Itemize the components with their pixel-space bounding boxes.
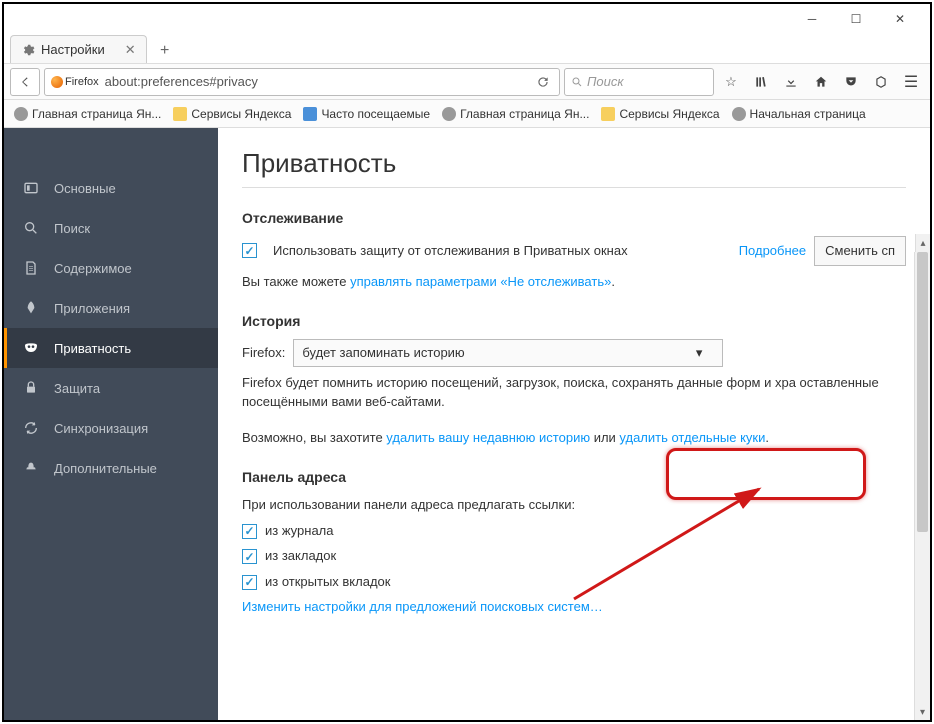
suggest-opentabs-checkbox[interactable] [242,575,257,590]
home-icon [814,75,828,89]
sidebar-item-content[interactable]: Содержимое [4,248,218,288]
history-mode-select[interactable]: будет запоминать историю▾ [293,339,723,367]
window-titlebar: ─ ☐ ✕ [4,4,930,34]
addons-button[interactable] [868,68,894,96]
page-title: Приватность [242,148,906,188]
close-tab-icon[interactable]: ✕ [125,42,136,58]
suggest-bookmarks-checkbox[interactable] [242,549,257,564]
bookmarks-toolbar: Главная страница Ян... Сервисы Яндекса Ч… [4,100,930,128]
content-scrollbar[interactable]: ▴ ▾ [914,252,930,720]
url-input[interactable] [105,74,527,89]
settings-sidebar: Основные Поиск Содержимое Приложения При… [4,128,218,720]
bookmark-star-button[interactable]: ☆ [718,68,744,96]
search-placeholder: Поиск [587,74,624,89]
menu-button[interactable]: ☰ [898,68,924,96]
new-tab-button[interactable]: + [151,39,179,63]
mask-icon [22,339,40,357]
change-search-suggestion-settings-link[interactable]: Изменить настройки для предложений поиск… [242,599,603,614]
pocket-button[interactable] [838,68,864,96]
window-maximize-button[interactable]: ☐ [834,4,878,34]
arrow-left-icon [18,75,32,89]
rocket-icon [22,299,40,317]
globe-icon [732,107,746,121]
lock-icon [22,379,40,397]
reload-button[interactable] [531,75,555,89]
pocket-icon [844,75,858,89]
addressbar-intro: При использовании панели адреса предлага… [242,495,906,515]
tracking-protection-checkbox[interactable] [242,243,257,258]
globe-icon [14,107,28,121]
window-close-button[interactable]: ✕ [878,4,922,34]
bookmark-item[interactable]: Начальная страница [728,105,870,123]
bookmark-item[interactable]: Главная страница Ян... [10,105,165,123]
history-selector-label: Firefox: [242,343,285,363]
sidebar-item-advanced[interactable]: Дополнительные [4,448,218,488]
tracking-checkbox-label: Использовать защиту от отслеживания в Пр… [273,241,731,261]
home-button[interactable] [808,68,834,96]
nav-back-button[interactable] [10,68,40,96]
remove-individual-cookies-link[interactable]: удалить отдельные куки [619,430,765,445]
history-description: Firefox будет помнить историю посещений,… [242,373,906,412]
tracking-heading: Отслеживание [242,210,906,226]
folder-icon [601,107,615,121]
topsites-icon [303,107,317,121]
downloads-button[interactable] [778,68,804,96]
sidebar-item-search[interactable]: Поиск [4,208,218,248]
sidebar-item-privacy[interactable]: Приватность [4,328,218,368]
gear-icon [21,43,35,57]
manage-dnt-link[interactable]: управлять параметрами «Не отслеживать» [350,274,611,289]
library-button[interactable] [748,68,774,96]
tracking-change-blocklist-button[interactable]: Сменить сп [814,236,906,266]
sidebar-item-sync[interactable]: Синхронизация [4,408,218,448]
settings-content: Приватность Отслеживание Использовать за… [218,128,930,720]
search-bar[interactable]: Поиск [564,68,714,96]
firefox-icon [51,76,63,88]
chevron-down-icon: ▾ [696,343,703,363]
url-bar[interactable]: Firefox [44,68,560,96]
suggest-history-checkbox[interactable] [242,524,257,539]
folder-icon [173,107,187,121]
library-icon [754,75,768,89]
tab-title: Настройки [41,42,105,57]
scroll-down-arrow[interactable]: ▾ [915,704,930,720]
hat-icon [22,459,40,477]
browser-tab-settings[interactable]: Настройки ✕ [10,35,147,63]
reload-icon [536,75,550,89]
search-icon [571,76,583,88]
sidebar-item-general[interactable]: Основные [4,168,218,208]
bookmark-item[interactable]: Часто посещаемые [299,105,434,123]
document-icon [22,259,40,277]
sidebar-item-applications[interactable]: Приложения [4,288,218,328]
globe-icon [442,107,456,121]
addressbar-heading: Панель адреса [242,469,906,485]
tab-strip: Настройки ✕ + [4,34,930,64]
tracking-more-link[interactable]: Подробнее [739,241,806,261]
sync-icon [22,419,40,437]
download-icon [784,75,798,89]
nav-toolbar: Firefox Поиск ☆ ☰ [4,64,930,100]
clear-recent-history-link[interactable]: удалить вашу недавнюю историю [386,430,590,445]
window-minimize-button[interactable]: ─ [790,4,834,34]
panel-icon [22,179,40,197]
bookmark-item[interactable]: Главная страница Ян... [438,105,593,123]
scrollbar-thumb[interactable] [917,252,928,532]
history-heading: История [242,313,906,329]
firefox-badge: Firefox [49,76,101,88]
hexagon-icon [874,75,888,89]
search-icon [22,219,40,237]
scroll-up-arrow[interactable]: ▴ [915,234,930,252]
bookmark-item[interactable]: Сервисы Яндекса [597,105,723,123]
bookmark-item[interactable]: Сервисы Яндекса [169,105,295,123]
sidebar-item-security[interactable]: Защита [4,368,218,408]
